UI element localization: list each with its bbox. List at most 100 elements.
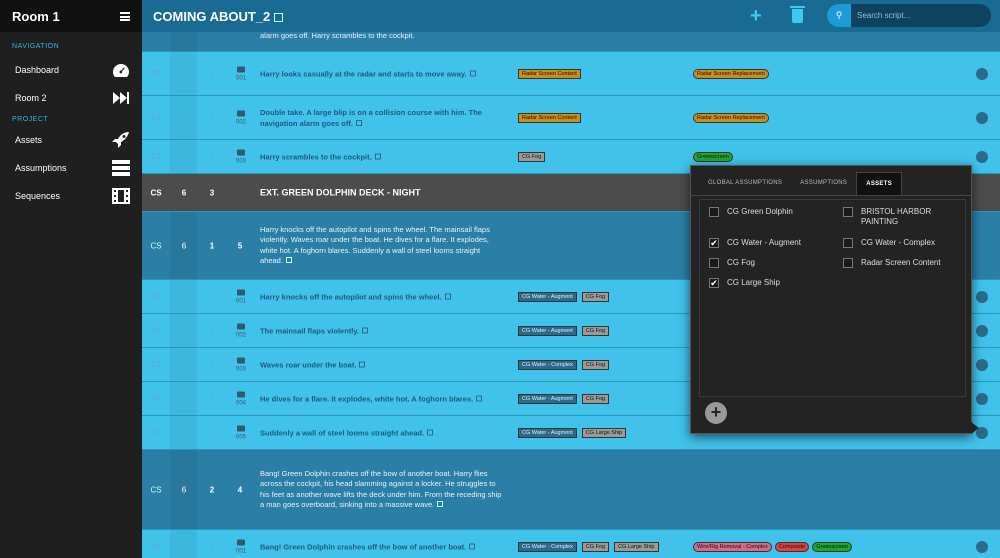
- edit-icon[interactable]: [362, 327, 369, 333]
- sidebar-item-assets[interactable]: Assets: [0, 126, 142, 154]
- assumption-tag[interactable]: Greenscreen: [693, 151, 733, 162]
- asset-tag[interactable]: CG Water - Augment: [518, 325, 577, 336]
- scene-heading: EXT. GREEN DOLPHIN DECK - NIGHT: [260, 187, 505, 198]
- edit-icon[interactable]: [374, 153, 381, 159]
- assumption-tag[interactable]: Radar Screen Replacement: [693, 68, 769, 79]
- shot-number-text: 003: [235, 366, 246, 372]
- scene-heading-text: EXT. GREEN DOLPHIN DECK - NIGHT: [260, 187, 421, 197]
- shot-cs-value: CS: [151, 361, 161, 368]
- shot-b-value: 1: [210, 361, 214, 368]
- shot-text-content: Harry looks casually at the radar and st…: [260, 69, 467, 78]
- edit-icon[interactable]: [469, 70, 476, 76]
- edit-icon[interactable]: [444, 293, 451, 299]
- paragraph-c-value: 4: [237, 485, 243, 494]
- paragraph-text-content: Bang! Green Dolphin crashes off the bow …: [260, 468, 502, 510]
- asset-checkbox-item[interactable]: CG Fog: [709, 258, 755, 268]
- asset-checkbox-item[interactable]: CG Water - Complex: [843, 238, 935, 248]
- tab-assumptions[interactable]: ASSUMPTIONS: [791, 172, 856, 195]
- asset-checkbox-item[interactable]: CG Green Dolphin: [709, 207, 793, 217]
- asset-checkbox-item[interactable]: ✔ CG Water - Augment: [709, 238, 801, 248]
- sidebar-item-label: Room 2: [15, 93, 47, 103]
- shot-number: 002: [226, 323, 256, 338]
- asset-tag[interactable]: CG Water - Augment: [518, 393, 577, 404]
- checkbox-unchecked[interactable]: [709, 207, 719, 217]
- add-button[interactable]: +: [750, 6, 762, 26]
- gear-icon[interactable]: [976, 540, 988, 553]
- checkbox-unchecked[interactable]: [843, 207, 853, 217]
- shot-number: 004: [226, 391, 256, 406]
- shot-row[interactable]: CS 5 1 002 Double take. A large blip is on a…: [142, 96, 1000, 140]
- edit-icon[interactable]: [476, 395, 483, 401]
- asset-tag[interactable]: CG Fog: [581, 325, 610, 336]
- sidebar-item-assumptions[interactable]: Assumptions: [0, 154, 142, 182]
- edit-icon[interactable]: [355, 119, 362, 126]
- asset-tag[interactable]: CG Water - Complex: [518, 541, 577, 552]
- asset-label: CG Water - Complex: [861, 238, 935, 247]
- sidebar-header: Room 1: [0, 0, 142, 32]
- asset-checkbox-item[interactable]: ✔ CG Large Ship: [709, 278, 780, 288]
- checkbox-unchecked[interactable]: [843, 258, 853, 268]
- sidebar-item-sequences[interactable]: Sequences: [0, 182, 142, 210]
- shot-b-value: 2: [210, 543, 214, 550]
- asset-checkbox-item[interactable]: Radar Screen Content: [843, 258, 941, 268]
- assumption-tag[interactable]: Greenscreen: [812, 541, 852, 552]
- checkbox-checked[interactable]: ✔: [709, 238, 719, 248]
- asset-tag[interactable]: Radar Screen Content: [518, 68, 581, 79]
- assumption-tags: Wire/Rig Removal - Complex Composite Green…: [693, 541, 852, 552]
- asset-tag[interactable]: CG Large Ship: [614, 541, 659, 552]
- edit-icon[interactable]: [274, 12, 284, 22]
- sidebar-item-dashboard[interactable]: Dashboard: [0, 56, 142, 84]
- sidebar-item-room-2[interactable]: Room 2: [0, 84, 142, 112]
- edit-icon[interactable]: [359, 361, 366, 367]
- gear-icon[interactable]: [976, 150, 988, 163]
- shot-cs-value: CS: [151, 114, 161, 121]
- shot-row[interactable]: CS 6 2 001 Bang! Green Dolphin crashes off t…: [142, 530, 1000, 558]
- asset-checkbox-item[interactable]: BRISTOL HARBOR PAINTING: [843, 207, 958, 227]
- edit-icon[interactable]: [285, 257, 292, 263]
- script-paragraph-row[interactable]: alarm goes off. Harry scrambles to the c…: [142, 31, 1000, 52]
- asset-tag[interactable]: Radar Screen Content: [518, 112, 581, 123]
- trash-icon[interactable]: [790, 6, 805, 23]
- gear-icon[interactable]: [976, 67, 988, 80]
- assumption-tag[interactable]: Radar Screen Replacement: [693, 112, 769, 123]
- assumption-tags: Radar Screen Replacement: [693, 68, 769, 79]
- assumption-tag[interactable]: Composite: [774, 541, 810, 552]
- edit-icon[interactable]: [469, 543, 476, 549]
- asset-tag[interactable]: CG Water - Complex: [518, 359, 577, 370]
- edit-icon[interactable]: [437, 501, 444, 507]
- checkbox-checked[interactable]: ✔: [709, 278, 719, 288]
- asset-tag[interactable]: CG Water - Augment: [518, 291, 577, 302]
- film-icon: [112, 188, 130, 204]
- asset-tag[interactable]: CG Fog: [581, 393, 610, 404]
- paragraph-text: Bang! Green Dolphin crashes off the bow …: [260, 469, 505, 511]
- tab-global-assumptions[interactable]: GLOBAL ASSUMPTIONS: [699, 172, 791, 195]
- checkbox-unchecked[interactable]: [709, 258, 719, 268]
- script-paragraph-row[interactable]: CS 6 2 4 Bang! Green Dolphin crashes off the…: [142, 450, 1000, 530]
- add-asset-button[interactable]: +: [705, 402, 727, 424]
- checkbox-unchecked[interactable]: [843, 238, 853, 248]
- gear-icon[interactable]: [976, 392, 988, 405]
- asset-tag[interactable]: CG Fog: [581, 359, 610, 370]
- paragraph-text: Harry knocks off the autopilot and spins…: [260, 225, 505, 267]
- gear-icon[interactable]: [976, 324, 988, 337]
- shot-text: Harry looks casually at the radar and st…: [260, 68, 505, 79]
- asset-tag[interactable]: CG Large Ship: [581, 427, 627, 438]
- asset-tags: CG Fog: [518, 151, 546, 162]
- asset-tag[interactable]: CG Water - Augment: [518, 427, 577, 438]
- gear-icon[interactable]: [976, 290, 988, 303]
- asset-tag[interactable]: CG Fog: [581, 291, 610, 302]
- search-input[interactable]: [851, 11, 981, 20]
- assumption-tag[interactable]: Wire/Rig Removal - Complex: [693, 541, 772, 552]
- camera-icon: [237, 289, 245, 295]
- asset-tag[interactable]: CG Fog: [518, 151, 546, 162]
- tab-assets[interactable]: ASSETS: [856, 172, 902, 195]
- shot-number: 001: [226, 289, 256, 304]
- gear-icon[interactable]: [976, 111, 988, 124]
- menu-icon[interactable]: [120, 11, 130, 21]
- shot-row[interactable]: CS 5 1 001 Harry looks casually at the radar…: [142, 52, 1000, 96]
- edit-icon[interactable]: [427, 429, 434, 435]
- shot-number-text: 005: [235, 434, 246, 440]
- search-icon[interactable]: ⚲: [827, 4, 851, 27]
- asset-tag[interactable]: CG Fog: [581, 541, 610, 552]
- gear-icon[interactable]: [976, 358, 988, 371]
